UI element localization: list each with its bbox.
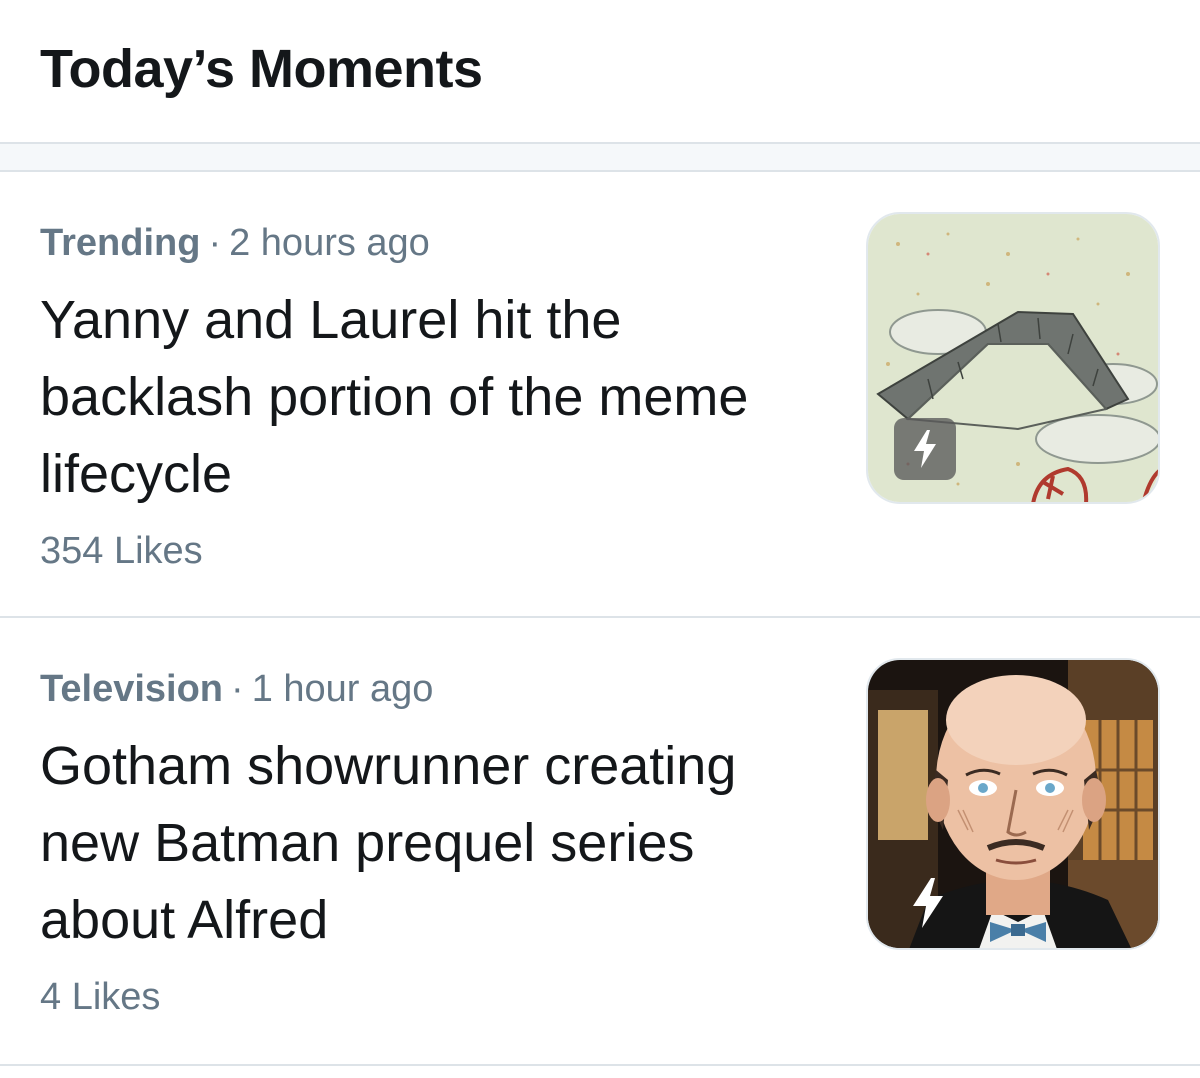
moment-timestamp: 2 hours ago	[229, 222, 430, 264]
moment-meta: Television · 1 hour ago	[40, 668, 433, 711]
section-divider	[0, 144, 1200, 172]
moment-timestamp: 1 hour ago	[251, 668, 434, 710]
meta-separator: ·	[231, 668, 244, 710]
moment-likes: 4 Likes	[40, 976, 161, 1018]
meta-separator: ·	[208, 222, 222, 264]
moment-category: Television	[40, 668, 224, 710]
moment-likes: 354 Likes	[40, 530, 203, 572]
page-title: Today’s Moments	[40, 39, 483, 99]
moment-thumbnail[interactable]	[866, 212, 1160, 504]
moment-meta: Trending · 2 hours ago	[40, 222, 430, 265]
lightning-bolt-icon	[914, 430, 936, 468]
moment-card[interactable]: Trending · 2 hours ago Yanny and Laurel hi…	[0, 172, 1200, 618]
moment-category: Trending	[40, 222, 201, 264]
moments-page: Today’s Moments Trending · 2 hours ago Yan…	[0, 0, 1200, 1078]
moment-headline[interactable]: Yanny and Laurel hit the backlash portio…	[40, 282, 840, 513]
moment-thumbnail[interactable]	[866, 658, 1160, 950]
moment-headline[interactable]: Gotham showrunner creating new Batman pr…	[40, 728, 840, 959]
lightning-bolt-icon	[913, 878, 943, 928]
moment-badge	[894, 418, 956, 480]
moments-header: Today’s Moments	[0, 0, 1200, 144]
moment-card[interactable]: Television · 1 hour ago Gotham showrunner …	[0, 618, 1200, 1066]
